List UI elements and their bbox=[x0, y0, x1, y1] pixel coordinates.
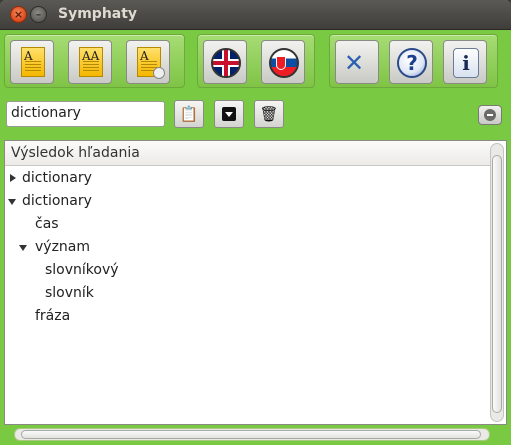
tree-row[interactable]: fráza bbox=[5, 305, 490, 328]
document-aa-button[interactable]: AA bbox=[68, 40, 112, 84]
clear-button[interactable]: 🗑 bbox=[254, 100, 284, 128]
vertical-scroll-thumb[interactable] bbox=[492, 155, 502, 413]
app-window: × – Symphaty A AA A ✕ ? i dictionary 📋 🗑… bbox=[0, 0, 511, 445]
toolbar: A AA A ✕ ? i bbox=[0, 30, 511, 92]
horizontal-scrollbar[interactable] bbox=[14, 428, 490, 441]
document-aa-icon: AA bbox=[79, 47, 103, 77]
english-language-button[interactable] bbox=[203, 40, 247, 84]
settings-button[interactable]: ✕ bbox=[335, 40, 379, 84]
results-tree[interactable]: Výsledok hľadania dictionary dictionary ča… bbox=[4, 140, 507, 425]
tree-row[interactable]: čas bbox=[5, 213, 490, 236]
tree-row[interactable]: dictionary bbox=[5, 167, 490, 190]
tree-row-label: dictionary bbox=[22, 170, 92, 186]
slovak-flag-icon bbox=[269, 48, 299, 78]
tree-row-label: dictionary bbox=[22, 193, 92, 209]
tree-row-label: slovníkový bbox=[45, 262, 119, 278]
collapse-button[interactable] bbox=[478, 105, 502, 125]
toolbar-group-documents: A AA A bbox=[4, 34, 185, 88]
title-bar: × – Symphaty bbox=[0, 0, 511, 30]
horizontal-scroll-thumb[interactable] bbox=[21, 430, 481, 439]
close-window-button[interactable]: × bbox=[10, 6, 27, 23]
paste-button[interactable]: 📋 bbox=[174, 100, 204, 128]
english-flag-icon bbox=[211, 48, 241, 78]
tree-row-label: čas bbox=[35, 216, 59, 232]
document-a-button[interactable]: A bbox=[10, 40, 54, 84]
dropdown-arrow-icon bbox=[222, 107, 236, 121]
results-header[interactable]: Výsledok hľadania bbox=[5, 141, 490, 166]
tools-icon: ✕ bbox=[344, 49, 365, 77]
tree-row[interactable]: slovníkový bbox=[5, 259, 490, 282]
help-button[interactable]: ? bbox=[389, 40, 433, 84]
toolbar-group-settings: ✕ ? i bbox=[329, 34, 498, 88]
document-a-icon: A bbox=[21, 47, 45, 77]
help-icon: ? bbox=[397, 48, 427, 78]
tree-row[interactable]: dictionary bbox=[5, 190, 490, 213]
tree-row[interactable]: význam bbox=[5, 236, 490, 259]
info-icon: i bbox=[453, 48, 479, 78]
search-row: dictionary 📋 🗑 bbox=[0, 96, 511, 132]
vertical-scrollbar[interactable] bbox=[490, 143, 504, 422]
minimize-icon: – bbox=[35, 8, 42, 21]
toolbar-group-languages bbox=[197, 34, 315, 88]
minus-circle-icon bbox=[484, 109, 496, 121]
document-history-button[interactable]: A bbox=[126, 40, 170, 84]
search-input[interactable]: dictionary bbox=[6, 101, 165, 127]
dropdown-button[interactable] bbox=[214, 100, 244, 128]
about-button[interactable]: i bbox=[443, 40, 487, 84]
slovak-language-button[interactable] bbox=[261, 40, 305, 84]
window-title: Symphaty bbox=[58, 6, 138, 22]
close-icon: × bbox=[13, 8, 24, 21]
trash-icon: 🗑 bbox=[259, 105, 279, 123]
tree-row-label: slovník bbox=[45, 285, 94, 301]
expander-closed-icon[interactable] bbox=[8, 167, 18, 190]
clipboard-icon: 📋 bbox=[179, 105, 199, 123]
tree-row-label: význam bbox=[35, 239, 91, 255]
expander-open-icon[interactable] bbox=[19, 236, 29, 259]
tree-row[interactable]: slovník bbox=[5, 282, 490, 305]
minimize-window-button[interactable]: – bbox=[30, 6, 47, 23]
results-tree-body: dictionary dictionary čas význam slovníkový s… bbox=[5, 167, 490, 328]
expander-open-icon[interactable] bbox=[8, 190, 18, 213]
tree-row-label: fráza bbox=[35, 308, 71, 324]
document-clock-icon: A bbox=[137, 47, 165, 79]
